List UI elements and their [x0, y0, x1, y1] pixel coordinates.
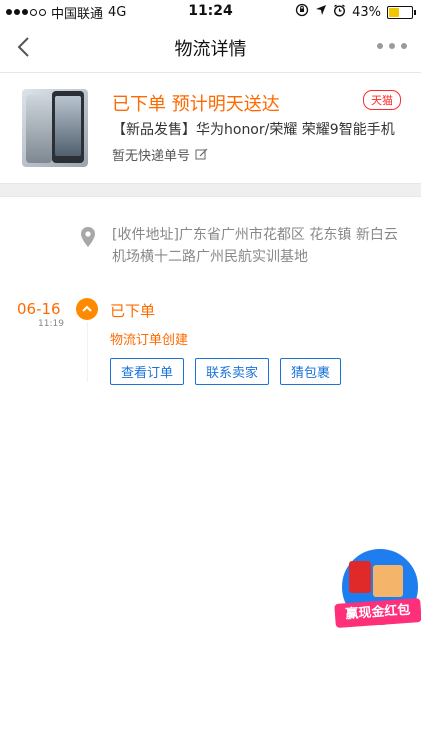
page-title: 物流详情 — [174, 39, 247, 60]
timeline-time: 11:19 — [38, 319, 64, 329]
timeline-status: 已下单 — [110, 302, 156, 320]
timeline-date: 06-16 — [17, 300, 61, 318]
phone-screen-shape — [55, 96, 81, 156]
tracking-number-row[interactable]: 暂无快递单号 — [112, 145, 208, 164]
location-icon — [315, 4, 327, 20]
timeline-description: 物流订单创建 — [110, 333, 189, 348]
guess-package-button[interactable]: 猜包裹 — [280, 358, 342, 385]
tmall-badge: 天猫 — [363, 90, 401, 110]
edit-icon[interactable] — [195, 148, 208, 161]
product-name: 【新品发售】华为honor/荣耀 荣耀9智能手机 — [112, 122, 395, 138]
battery-icon — [387, 5, 416, 19]
battery-percent: 43% — [352, 4, 381, 20]
timeline-dot — [76, 298, 98, 320]
view-order-button[interactable]: 查看订单 — [110, 358, 185, 385]
phone-front-shape — [52, 91, 84, 163]
contact-seller-button[interactable]: 联系卖家 — [195, 358, 270, 385]
phone-back-shape — [26, 95, 52, 163]
location-pin-icon — [80, 226, 96, 248]
rotation-lock-icon — [295, 3, 309, 21]
timeline-line — [87, 322, 88, 382]
chevron-up-icon — [82, 305, 92, 312]
package-mascot-icon — [373, 565, 403, 597]
red-packet-promo-button[interactable]: 赢现金红包 — [334, 547, 421, 629]
alarm-icon — [333, 3, 346, 21]
navigation-bar: 物流详情 — [0, 22, 421, 73]
more-dot-icon — [401, 43, 407, 49]
product-card[interactable]: 已下单 预计明天送达 天猫 【新品发售】华为honor/荣耀 荣耀9智能手机 暂… — [0, 73, 421, 183]
more-button[interactable] — [377, 36, 407, 56]
shipping-address: [收件地址]广东省广州市花都区 花东镇 新白云机场横十二路广州民航实训基地 — [112, 227, 398, 265]
tracking-number-text: 暂无快递单号 — [112, 149, 191, 164]
more-dot-icon — [377, 43, 383, 49]
section-divider — [0, 183, 421, 197]
status-bar: 中国联通 4G 11:24 43% — [0, 0, 421, 22]
more-dot-icon — [389, 43, 395, 49]
delivery-status-title: 已下单 预计明天送达 — [112, 94, 280, 115]
status-indicators: 43% — [295, 3, 416, 21]
red-envelope-icon — [349, 561, 371, 593]
product-thumbnail[interactable] — [22, 89, 88, 167]
action-buttons: 查看订单 联系卖家 猜包裹 — [110, 358, 342, 385]
promo-label: 赢现金红包 — [334, 598, 421, 628]
